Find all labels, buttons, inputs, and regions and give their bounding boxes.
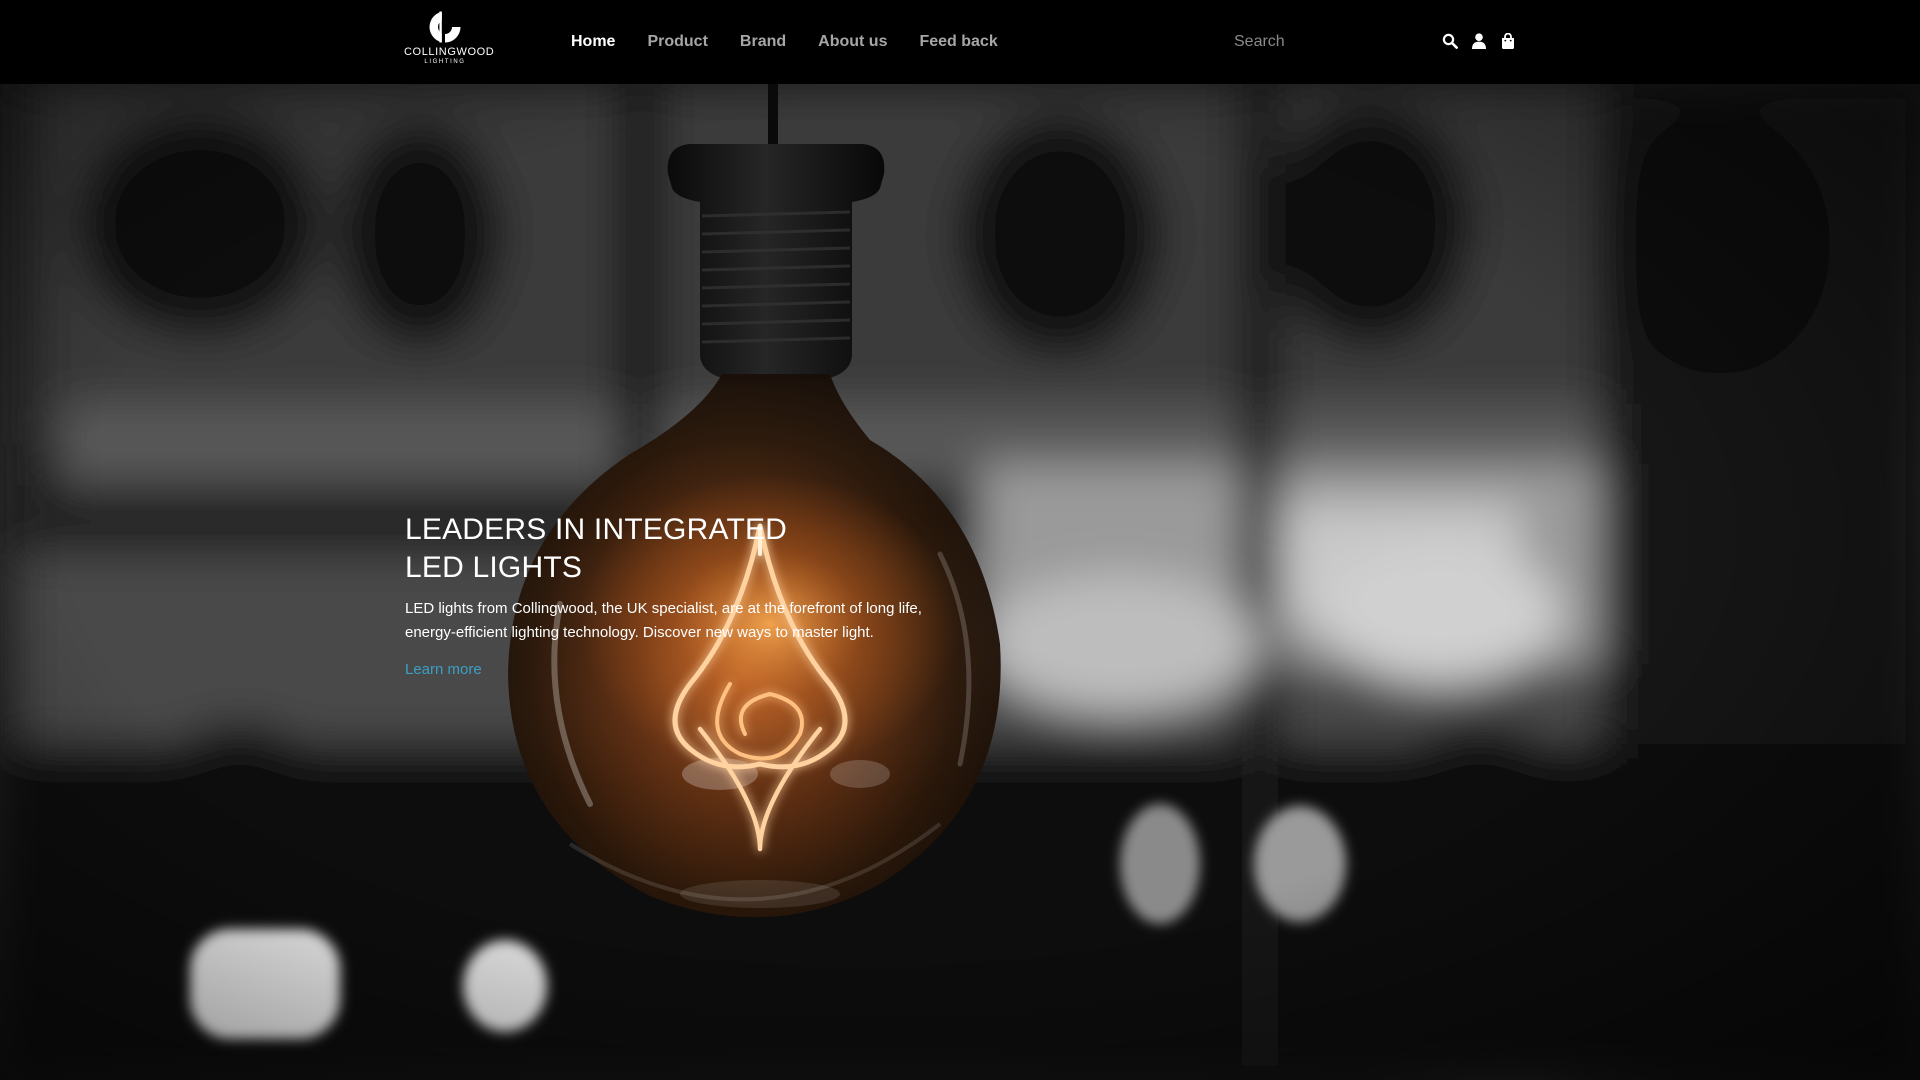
shopping-bag-icon[interactable]: [1499, 32, 1516, 50]
learn-more-link[interactable]: Learn more: [405, 661, 482, 678]
collingwood-logo-mark: [429, 11, 461, 43]
brand-logo[interactable]: COLLINGWOOD LIGHTING: [404, 10, 495, 74]
brand-name: COLLINGWOOD: [404, 46, 495, 58]
top-navbar: COLLINGWOOD LIGHTING Home Product Brand …: [0, 0, 1920, 84]
search-icon[interactable]: [1441, 32, 1458, 50]
hero-title: LEADERS IN INTEGRATED LED LIGHTS: [405, 511, 945, 587]
user-icon[interactable]: [1470, 32, 1487, 50]
search-input[interactable]: [1234, 28, 1414, 56]
nav-item-feed-back[interactable]: Feed back: [919, 33, 997, 51]
nav-item-home[interactable]: Home: [571, 33, 615, 51]
hero-background-image: [0, 84, 1920, 1080]
hero-description: LED lights from Collingwood, the UK spec…: [405, 600, 922, 641]
hero-content: LEADERS IN INTEGRATED LED LIGHTS LED lig…: [405, 511, 945, 679]
main-nav: Home Product Brand About us Feed back: [571, 0, 998, 84]
hero-section: LEADERS IN INTEGRATED LED LIGHTS LED lig…: [0, 84, 1920, 1080]
bulb-socket: [667, 144, 885, 380]
nav-icon-group: [1441, 32, 1516, 50]
nav-item-brand[interactable]: Brand: [740, 33, 786, 51]
nav-item-about-us[interactable]: About us: [818, 33, 887, 51]
hero-title-line-1: LEADERS IN INTEGRATED: [405, 513, 788, 546]
brand-tagline: LIGHTING: [424, 59, 466, 65]
nav-item-product[interactable]: Product: [647, 33, 707, 51]
hero-title-line-2: LED LIGHTS: [405, 551, 583, 584]
